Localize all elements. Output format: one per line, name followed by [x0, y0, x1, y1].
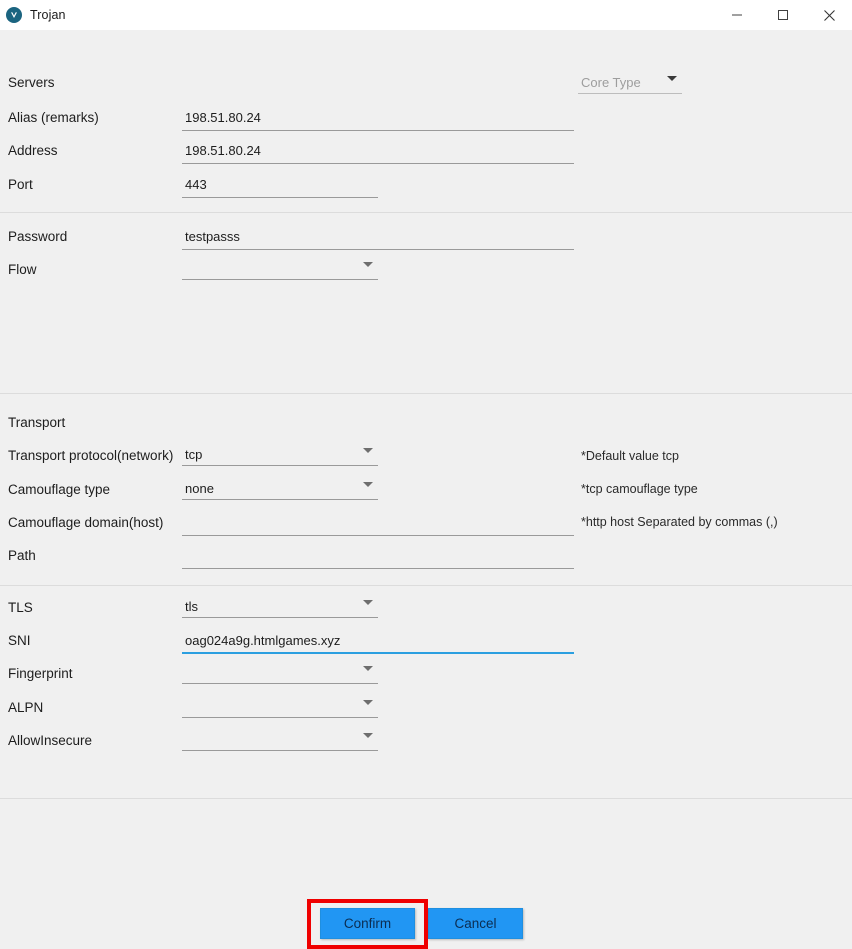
label-address: Address [8, 143, 58, 158]
hint-transport-protocol: *Default value tcp [581, 449, 679, 463]
camouflage-type-value: none [185, 481, 214, 496]
section-divider [0, 393, 852, 394]
label-allow-insecure: AllowInsecure [8, 733, 93, 748]
label-password: Password [8, 229, 68, 244]
section-divider [0, 585, 852, 586]
settings-form: Servers Core Type Alias (remarks) Addres… [0, 30, 852, 949]
transport-protocol-select[interactable]: tcp [182, 446, 378, 470]
sni-input[interactable] [182, 631, 574, 654]
chevron-down-icon [363, 700, 373, 723]
chevron-down-icon [363, 733, 373, 756]
fingerprint-select[interactable] [182, 664, 378, 688]
close-icon[interactable] [806, 0, 852, 30]
tls-value: tls [185, 599, 198, 614]
cancel-button[interactable]: Cancel [428, 908, 523, 939]
tls-select[interactable]: tls [182, 598, 378, 622]
maximize-icon[interactable] [760, 0, 806, 30]
transport-protocol-value: tcp [185, 447, 203, 462]
label-camouflage-domain: Camouflage domain(host) [8, 515, 164, 530]
hint-camouflage-type: *tcp camouflage type [581, 482, 698, 496]
label-camouflage-type: Camouflage type [8, 482, 111, 497]
chevron-down-icon [363, 448, 373, 471]
chevron-down-icon [363, 600, 373, 623]
chevron-down-icon [363, 262, 373, 285]
label-path: Path [8, 548, 36, 563]
flow-select[interactable] [182, 260, 378, 284]
port-input[interactable] [182, 175, 378, 198]
camouflage-domain-input[interactable] [182, 513, 574, 536]
chevron-down-icon [363, 482, 373, 505]
confirm-button[interactable]: Confirm [320, 908, 415, 939]
v2ray-shield-icon [6, 7, 22, 23]
label-fingerprint: Fingerprint [8, 666, 73, 681]
label-flow: Flow [8, 262, 37, 277]
section-divider [0, 798, 852, 799]
hint-camouflage-domain: *http host Separated by commas (,) [581, 515, 778, 529]
label-port: Port [8, 177, 33, 192]
section-title-transport: Transport [8, 415, 66, 430]
window-controls [714, 0, 852, 30]
label-sni: SNI [8, 633, 31, 648]
alpn-select[interactable] [182, 698, 378, 722]
minimize-icon[interactable] [714, 0, 760, 30]
address-input[interactable] [182, 141, 574, 164]
allow-insecure-select[interactable] [182, 731, 378, 755]
core-type-select[interactable]: Core Type [578, 74, 682, 98]
camouflage-type-select[interactable]: none [182, 480, 378, 504]
chevron-down-icon [363, 666, 373, 689]
label-alias: Alias (remarks) [8, 110, 99, 125]
alias-input[interactable] [182, 108, 574, 131]
path-input[interactable] [182, 546, 574, 569]
label-transport-protocol: Transport protocol(network) [8, 448, 174, 463]
section-divider [0, 212, 852, 213]
core-type-value: Core Type [581, 75, 641, 90]
label-tls: TLS [8, 600, 33, 615]
label-alpn: ALPN [8, 700, 44, 715]
section-title-servers: Servers [8, 75, 55, 90]
window-title: Trojan [30, 8, 66, 22]
chevron-down-icon [667, 76, 677, 99]
window-titlebar: Trojan [0, 0, 852, 30]
password-input[interactable] [182, 227, 574, 250]
